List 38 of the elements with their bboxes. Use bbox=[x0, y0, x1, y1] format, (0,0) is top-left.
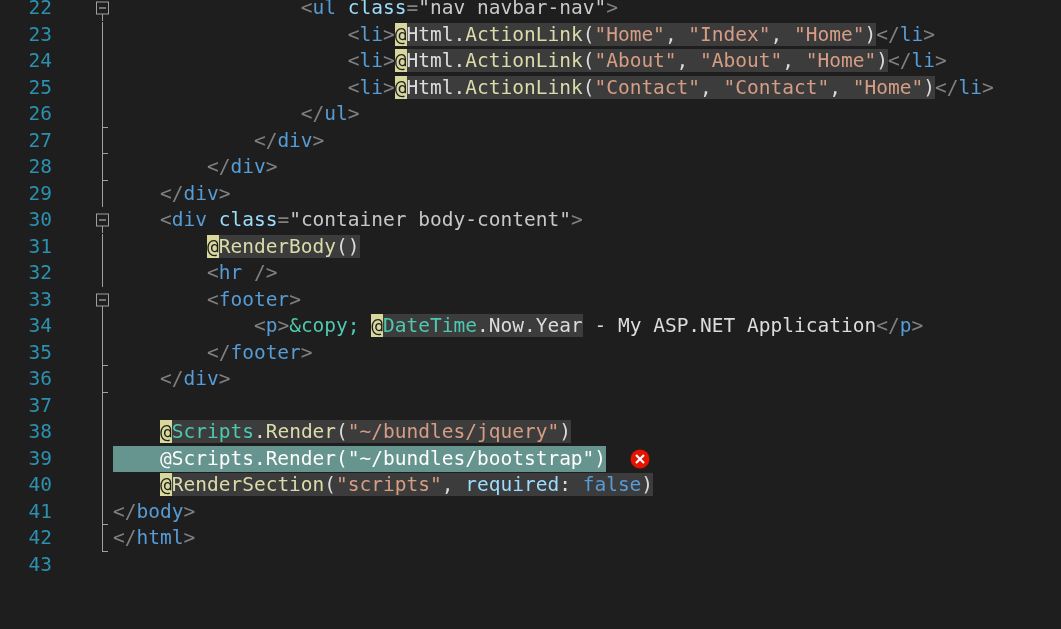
code-line: </div> bbox=[158, 180, 231, 207]
line-number: 36 bbox=[27, 366, 52, 392]
code-line: </html> bbox=[113, 525, 196, 551]
line-number: 41 bbox=[27, 498, 52, 525]
code-line: <footer> bbox=[205, 286, 301, 313]
code-line: </div> bbox=[252, 127, 325, 154]
code-line: </div> bbox=[158, 366, 231, 392]
line-number: 28 bbox=[27, 154, 52, 180]
code-line: </body> bbox=[113, 498, 196, 525]
code-line: </footer> bbox=[205, 339, 313, 366]
line-number: 26 bbox=[27, 101, 52, 127]
line-number: 29 bbox=[27, 180, 52, 207]
collapse-icon[interactable] bbox=[96, 0, 109, 21]
code-line: <li>@Html.ActionLink("About", "About", "Home")</li> bbox=[346, 48, 947, 74]
code-line: <li>@Html.ActionLink("Home", "Index", "Home")</li> bbox=[346, 21, 935, 48]
code-line: </div> bbox=[205, 154, 278, 180]
line-number: 34 bbox=[27, 313, 52, 339]
line-number: 37 bbox=[27, 392, 52, 419]
line-number: 27 bbox=[27, 127, 52, 154]
code-line: <li>@Html.ActionLink("Contact", "Contact", "Home")</li> bbox=[346, 74, 994, 101]
code-line: <div class="container body-content"> bbox=[158, 207, 583, 233]
line-number: 42 bbox=[27, 525, 52, 551]
line-number: 24 bbox=[27, 48, 52, 74]
line-number: 39 bbox=[27, 445, 52, 472]
line-number: 23 bbox=[27, 21, 52, 48]
line-number: 32 bbox=[27, 260, 52, 286]
line-number: 40 bbox=[27, 472, 52, 498]
line-number: 25 bbox=[27, 74, 52, 101]
line-number: 22 bbox=[27, 0, 52, 21]
code-line: <hr /> bbox=[205, 260, 278, 286]
line-number: 33 bbox=[27, 286, 52, 313]
line-number: 31 bbox=[27, 233, 52, 260]
line-number: 38 bbox=[27, 419, 52, 445]
code-line: <p>&copy; @DateTime.Now.Year - My ASP.NET Application</p> bbox=[252, 313, 924, 339]
line-number: 30 bbox=[27, 207, 52, 233]
line-number: 43 bbox=[27, 551, 52, 578]
code-line: </ul> bbox=[299, 101, 360, 127]
line-number: 35 bbox=[27, 339, 52, 366]
